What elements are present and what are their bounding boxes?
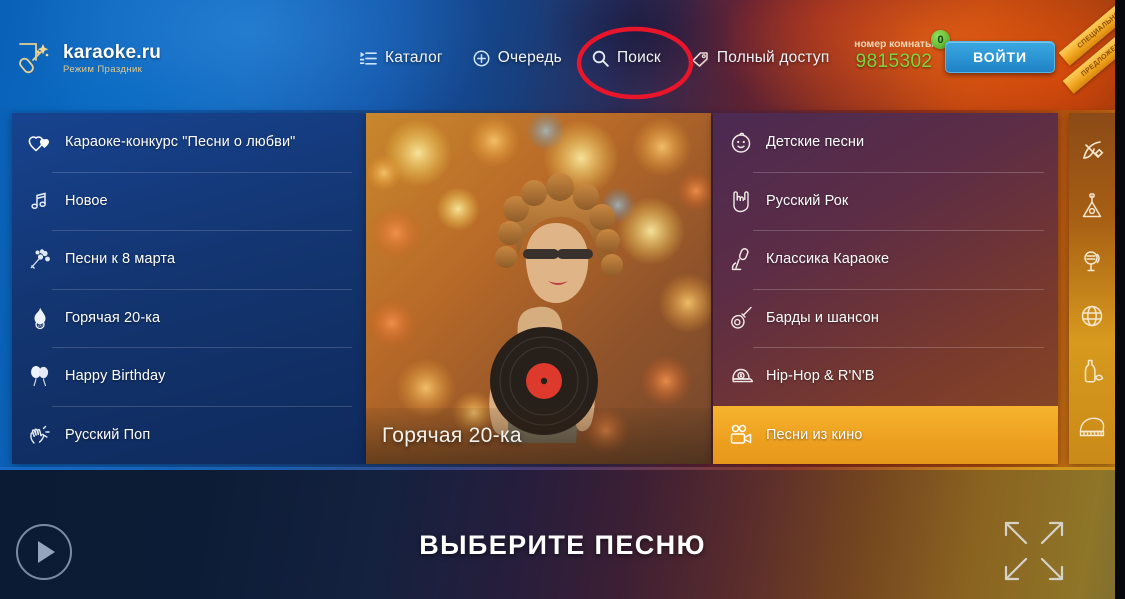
right-menu-item-bards-label: Барды и шансон: [766, 309, 879, 326]
microphone-icon: [14, 38, 56, 80]
queue-plus-icon: [473, 50, 490, 67]
featured-card-caption-bar: Горячая 20-ка: [366, 408, 711, 464]
karaoke-app-window: karaoke.ru Режим Праздник Каталог Очеред…: [0, 0, 1125, 599]
content-area: Караоке-конкурс "Песни о любви" Новое Пе…: [0, 110, 1125, 467]
featured-card[interactable]: Горячая 20-ка: [366, 113, 711, 464]
mic-stand-icon: [729, 247, 753, 271]
room-number-display: номер комнаты 9815302 0: [848, 30, 950, 73]
left-menu-item-hot20-label: Горячая 20-ка: [65, 309, 161, 326]
room-number-value: 9815302: [855, 51, 933, 72]
right-menu-item-rock-label: Русский Рок: [766, 192, 849, 209]
tag-icon: [691, 50, 709, 67]
music-note-icon: [28, 189, 52, 213]
catalog-icon: [360, 51, 377, 66]
balloons-icon: [28, 364, 52, 388]
cap-icon: [729, 364, 753, 388]
left-menu-item-contest-label: Караоке-конкурс "Песни о любви": [65, 134, 296, 151]
featured-card-caption: Горячая 20-ка: [382, 424, 522, 447]
left-menu-item-march8-label: Песни к 8 марта: [65, 251, 176, 268]
hammer-sickle-icon[interactable]: [1079, 138, 1105, 164]
fullscreen-button[interactable]: [998, 515, 1070, 587]
search-icon: [592, 50, 609, 67]
balalaika-icon[interactable]: [1079, 192, 1105, 219]
nav-item-catalog-label: Каталог: [385, 49, 443, 66]
retro-microphone-icon[interactable]: [1079, 248, 1105, 274]
genre-icon-strip: [1069, 113, 1115, 464]
room-number-label: номер комнаты: [854, 38, 934, 50]
left-menu-item-march8[interactable]: Песни к 8 марта: [12, 230, 366, 289]
special-offer-ribbon[interactable]: СПЕЦИАЛЬНОЕ ПРЕДЛОЖЕНИЕ: [1035, 0, 1125, 102]
right-menu-item-rock[interactable]: Русский Рок: [713, 171, 1058, 231]
left-menu-item-russian-pop-label: Русский Поп: [65, 426, 151, 443]
flowers-icon: [28, 247, 52, 271]
right-menu-item-kids[interactable]: Детские песни: [713, 113, 1058, 172]
hearts-icon: [28, 130, 52, 154]
player-status-text: ВЫБЕРИТЕ ПЕСНЮ: [419, 530, 706, 560]
main-nav: Каталог Очередь Поиск Полный доступ: [360, 49, 829, 67]
brand-name: karaoke.ru: [63, 42, 162, 63]
right-menu-item-classic[interactable]: Классика Караоке: [713, 230, 1058, 289]
globe-icon[interactable]: [1079, 303, 1105, 329]
left-menu-item-birthday-label: Happy Birthday: [65, 368, 166, 385]
nav-item-queue-label: Очередь: [497, 49, 562, 66]
flame-icon: 20: [28, 306, 52, 330]
movie-camera-icon: [729, 423, 753, 447]
nav-item-full-access-label: Полный доступ: [716, 49, 830, 66]
left-menu-item-contest[interactable]: Караоке-конкурс "Песни о любви": [12, 113, 366, 172]
right-menu-item-hiphop-label: Hip-Hop & R'N'B: [766, 368, 875, 385]
right-menu-item-bards[interactable]: Барды и шансон: [713, 288, 1058, 348]
rock-hand-icon: [729, 189, 753, 213]
left-category-panel: Караоке-конкурс "Песни о любви" Новое Пе…: [12, 113, 366, 464]
left-menu-item-hot20[interactable]: 20 Горячая 20-ка: [12, 288, 366, 348]
right-category-panel: Детские песни Русский Рок Классика Карао…: [713, 113, 1058, 464]
window-right-edge: [1115, 0, 1125, 599]
bottle-icon[interactable]: [1079, 358, 1105, 384]
nav-item-search-label: Поиск: [616, 49, 661, 66]
svg-text:20: 20: [37, 322, 43, 327]
brand-logo[interactable]: karaoke.ru Режим Праздник: [14, 38, 161, 80]
brand-subtitle: Режим Праздник: [63, 64, 143, 75]
app-header: karaoke.ru Режим Праздник Каталог Очеред…: [0, 0, 1125, 110]
fullscreen-expand-icon: [1004, 521, 1064, 581]
left-menu-item-new-label: Новое: [65, 192, 108, 209]
nav-item-catalog[interactable]: Каталог: [360, 49, 443, 67]
clap-hands-icon: [28, 423, 52, 447]
left-menu-item-new[interactable]: Новое: [12, 171, 366, 231]
nav-item-queue[interactable]: Очередь: [473, 49, 562, 67]
piano-icon[interactable]: [1079, 413, 1105, 439]
right-menu-item-classic-label: Классика Караоке: [766, 251, 890, 268]
left-menu-item-birthday[interactable]: Happy Birthday: [12, 347, 366, 406]
right-menu-item-kids-label: Детские песни: [766, 134, 865, 151]
right-menu-item-movies-label: Песни из кино: [766, 426, 863, 443]
nav-item-full-access[interactable]: Полный доступ: [691, 49, 830, 67]
right-menu-item-movies[interactable]: Песни из кино: [713, 405, 1058, 464]
guitar-icon: [729, 306, 753, 330]
right-menu-item-hiphop[interactable]: Hip-Hop & R'N'B: [713, 347, 1058, 406]
nav-item-search[interactable]: Поиск: [592, 49, 661, 67]
left-menu-item-russian-pop[interactable]: Русский Поп: [12, 405, 366, 465]
baby-face-icon: [729, 130, 753, 154]
